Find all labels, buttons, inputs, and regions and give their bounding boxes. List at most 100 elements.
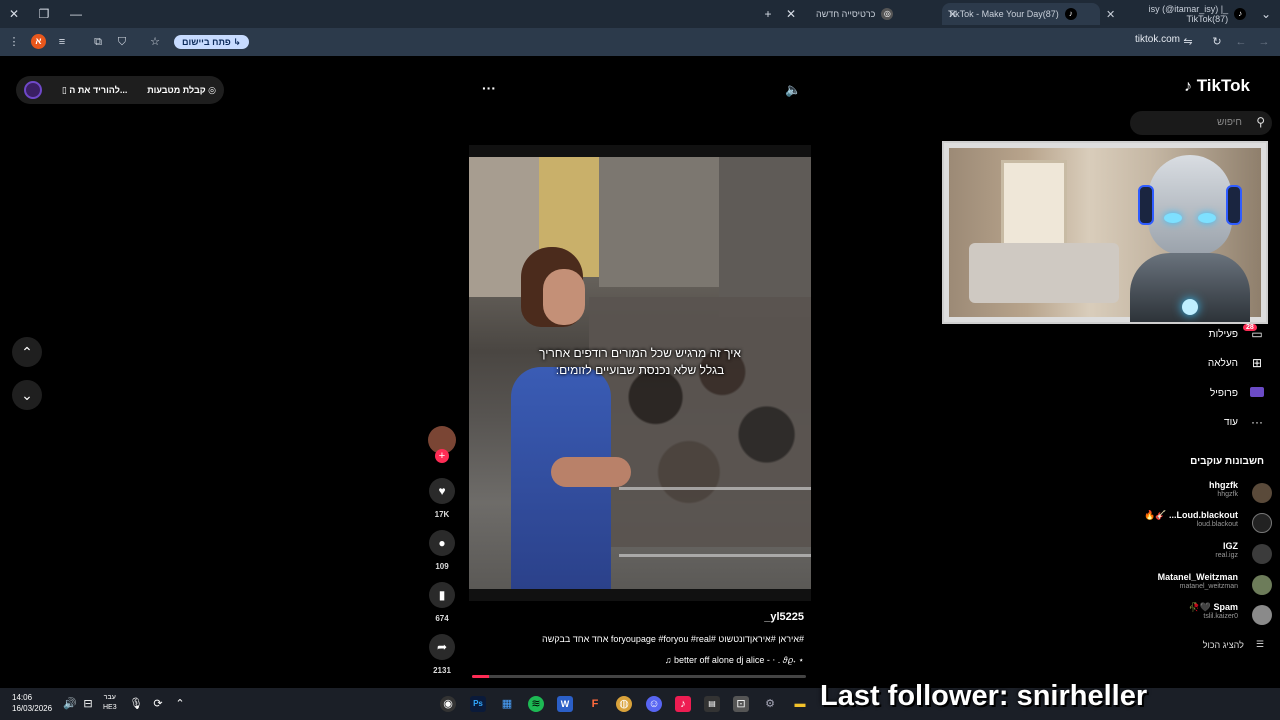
volume-icon[interactable]: 🔈: [785, 82, 801, 98]
account-name: Matanel_Weitzman: [1157, 572, 1238, 582]
language-indicator[interactable]: עבר HE3: [103, 693, 117, 713]
following-account[interactable]: Matanel_Weitzman matanel_weitzman: [1112, 572, 1272, 598]
restore-window-icon[interactable]: ❐: [36, 6, 52, 22]
photoshop-icon[interactable]: Ps: [470, 696, 486, 712]
tab-search-icon[interactable]: ⌄: [1258, 6, 1274, 22]
calculator-icon[interactable]: ▤: [704, 696, 720, 712]
video-music[interactable]: ♫ better off alone dj alice - ⋅ . 𝜗𝜚˖ ⋆: [470, 655, 804, 666]
tiktok-icon: ♪: [1064, 8, 1077, 20]
open-in-app-button[interactable]: פתח ביישום ↳: [174, 35, 249, 49]
settings-gear-icon[interactable]: ⚙: [762, 696, 778, 712]
share-icon[interactable]: ➦: [429, 634, 455, 660]
comment-button[interactable]: ● 109: [426, 530, 458, 571]
avatar[interactable]: [1252, 544, 1272, 564]
video-barrier: [619, 487, 811, 557]
bookmark-icon[interactable]: ▮: [429, 582, 455, 608]
nav-more[interactable]: ··· עוד: [1224, 415, 1264, 429]
shield-icon[interactable]: ⛉: [114, 34, 130, 50]
store-icon[interactable]: ⊡: [733, 696, 749, 712]
extension-icon[interactable]: א: [31, 34, 46, 49]
avatar[interactable]: [1252, 483, 1272, 503]
tiktok-note-icon: ♪: [1184, 78, 1192, 95]
tab-new-tab[interactable]: ◎ כרטיסייה חדשה: [810, 3, 940, 25]
previous-video-button[interactable]: ⌃: [12, 337, 42, 367]
follow-plus-icon[interactable]: +: [435, 449, 449, 463]
subject-arm: [551, 457, 631, 487]
tab-close-icon[interactable]: ✕: [783, 6, 799, 22]
speaker-icon[interactable]: 🔊: [62, 696, 78, 712]
taskbar-clock[interactable]: 14:06 16/03/2026: [12, 692, 52, 714]
tab-itamar-profile[interactable]: ♪ _isy (@itamar_isy) | TikTok(87) ✕: [1100, 3, 1252, 25]
close-icon[interactable]: ✕: [948, 8, 957, 21]
video-progress-bar[interactable]: [472, 675, 806, 678]
avatar[interactable]: [1252, 605, 1272, 625]
close-icon[interactable]: ✕: [1106, 8, 1115, 21]
word-icon[interactable]: W: [557, 696, 573, 712]
following-account[interactable]: hhgzfk hhgzfk: [1112, 480, 1272, 506]
get-coins-label[interactable]: קבלת מטבעות ◎: [147, 85, 216, 96]
share-button[interactable]: ➦ 2131: [426, 634, 458, 675]
apps-grid-icon[interactable]: ▦: [499, 696, 515, 712]
forward-icon[interactable]: ←: [1233, 34, 1249, 50]
download-app-pill[interactable]: ▯ להוריד את ה... קבלת מטבעות ◎: [16, 76, 224, 104]
site-settings-icon[interactable]: ⇋: [1180, 34, 1196, 50]
activity-badge: 28: [1243, 324, 1257, 331]
discord-icon[interactable]: ☺: [646, 696, 662, 712]
new-tab-button[interactable]: +: [760, 6, 776, 22]
account-handle: real.igz: [1215, 552, 1238, 559]
nav-profile[interactable]: פרופיל: [1210, 386, 1264, 400]
menu-icon[interactable]: ⋮: [6, 34, 22, 50]
avatar[interactable]: [1252, 575, 1272, 595]
caption-line: איך זה מרגיש שכל המורים רודפים אחריך: [539, 346, 741, 360]
heart-icon[interactable]: ♥: [429, 478, 455, 504]
profile-icon: [1250, 386, 1264, 400]
following-account[interactable]: 🔥🎸 ...Loud.blackout loud.blackout: [1112, 510, 1272, 536]
sync-icon[interactable]: ⟳: [150, 696, 166, 712]
tiktok-taskbar-icon[interactable]: ♪: [675, 696, 691, 712]
share-count: 2131: [433, 666, 451, 675]
search-icon[interactable]: ⚲: [1256, 115, 1265, 129]
chevron-up-icon[interactable]: ⌃: [172, 696, 188, 712]
robot-eye-left: [1164, 213, 1182, 223]
video-subject: [491, 247, 631, 589]
bookmark-star-icon[interactable]: ☆: [147, 34, 163, 50]
more-options-icon[interactable]: ···: [482, 80, 496, 96]
search-input[interactable]: חיפוש ⚲: [1130, 111, 1272, 135]
spotify-icon[interactable]: ≋: [528, 696, 544, 712]
tiktok-logo[interactable]: ♪ TikTok: [1184, 76, 1250, 96]
like-button[interactable]: ♥ 17K: [426, 478, 458, 519]
video-player[interactable]: איך זה מרגיש שכל המורים רודפים אחריך בגל…: [469, 145, 811, 601]
following-account[interactable]: 🥀🖤 Spam tslil.kaizer0: [1112, 602, 1272, 628]
url-field[interactable]: tiktok.com: [1100, 34, 1180, 45]
show-all-link[interactable]: להציג הכול ☰: [1203, 639, 1264, 650]
download-app-label[interactable]: ▯ להוריד את ה...: [62, 85, 128, 96]
save-button[interactable]: ▮ 674: [426, 582, 458, 623]
account-name: hhgzfk: [1209, 480, 1238, 490]
folder-icon[interactable]: ▬: [792, 696, 808, 712]
microphone-icon[interactable]: 🎙: [128, 696, 144, 712]
reload-icon[interactable]: ↻: [1209, 34, 1225, 50]
chrome-taskbar-icon[interactable]: ◍: [616, 696, 632, 712]
extensions-puzzle-icon[interactable]: ⧉: [90, 34, 106, 50]
following-account[interactable]: IGZ real.igz: [1112, 541, 1272, 567]
media-control-icon[interactable]: ≡: [54, 34, 70, 50]
fontforge-icon[interactable]: F: [587, 696, 603, 712]
save-count: 674: [435, 614, 449, 623]
nav-upload[interactable]: ⊞ העלאה: [1208, 356, 1264, 370]
back-icon[interactable]: →: [1256, 34, 1272, 50]
avatar[interactable]: [24, 81, 42, 99]
tab-label: _isy (@itamar_isy) | TikTok(87): [1148, 4, 1229, 24]
video-username[interactable]: _yl5225: [470, 611, 804, 623]
obs-icon[interactable]: ◉: [440, 696, 456, 712]
close-window-icon[interactable]: ✕: [6, 6, 22, 22]
account-name: 🔥🎸 ...Loud.blackout: [1144, 510, 1238, 520]
tab-tiktok-make-your-day[interactable]: ♪ (87)TikTok - Make Your Day ✕: [942, 3, 1100, 25]
avatar[interactable]: [1252, 513, 1272, 533]
tab-label: כרטיסייה חדשה: [816, 9, 876, 19]
nav-activity-label: פעילות: [1208, 328, 1238, 340]
minimize-window-icon[interactable]: —: [68, 6, 84, 22]
next-video-button[interactable]: ⌄: [12, 380, 42, 410]
nav-more-label: עוד: [1224, 416, 1238, 428]
network-icon[interactable]: ⊟: [80, 696, 96, 712]
comment-icon[interactable]: ●: [429, 530, 455, 556]
